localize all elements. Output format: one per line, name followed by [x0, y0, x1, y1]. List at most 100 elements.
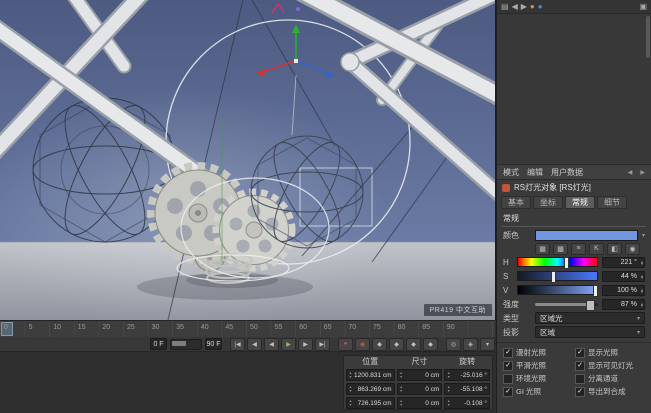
field-spinner[interactable]: ▴▾: [398, 371, 405, 379]
history-back-icon[interactable]: ◀: [628, 169, 633, 176]
coords-size-field-0[interactable]: ▴▾0 cm: [397, 369, 443, 381]
prev-frame-button[interactable]: ◀: [264, 338, 279, 351]
spectrum-icon[interactable]: ▩: [553, 243, 568, 255]
coords-size-field-2[interactable]: ▴▾0 cm: [397, 397, 443, 409]
scrollbar-thumb[interactable]: [646, 16, 650, 58]
attribute-menu-item[interactable]: 编辑: [527, 167, 543, 178]
autokeying-toggle[interactable]: ◉: [355, 338, 370, 351]
tab-常规[interactable]: 常规: [565, 196, 595, 209]
field-spinner[interactable]: ▴▾: [398, 399, 405, 407]
frame-end-field[interactable]: 90 F: [205, 338, 222, 350]
field-spinner[interactable]: ▴▾: [445, 399, 452, 407]
intensity-slider[interactable]: [535, 303, 598, 306]
coords-rot-field-2[interactable]: ▴▾-0.108 °: [444, 397, 490, 409]
field-spinner[interactable]: ▴▾: [445, 371, 452, 379]
chevron-down-icon[interactable]: ▾: [642, 232, 645, 239]
section-header: 常规: [502, 211, 646, 227]
light-option-checkboxes: ✓漫射光照✓显示光照✓平滑光照✓显示可见灯光环境光照分离通道✓GI 光照✓导出到…: [497, 342, 651, 397]
hue-slider-value-field[interactable]: 221 °: [602, 257, 645, 268]
coords-size-field-1[interactable]: ▴▾0 cm: [397, 383, 443, 395]
timeline-range-slider[interactable]: [170, 339, 202, 350]
sliders-icon[interactable]: ≡: [571, 243, 586, 255]
attribute-menu-item[interactable]: 用户数据: [551, 167, 583, 178]
coords-pos-field-2[interactable]: ▴▾726.195 cm: [346, 397, 395, 409]
prev-key-button[interactable]: ◀: [247, 338, 262, 351]
coords-header-size[interactable]: 尺寸: [397, 357, 443, 367]
separator: [332, 339, 336, 350]
gi-checkbox[interactable]: ✓GI 光照: [503, 386, 575, 397]
picker-icon[interactable]: ◉: [625, 243, 640, 255]
coords-header-pos[interactable]: 位置: [346, 357, 395, 367]
diffuse-checkbox[interactable]: ✓漫射光照: [503, 347, 575, 358]
shadow-row: 投影 区域 ▾: [497, 325, 651, 339]
timeline-ruler[interactable]: 051015202530354045505560657075808590: [0, 320, 495, 338]
goto-start-button[interactable]: |◀: [230, 338, 245, 351]
playback-options-button[interactable]: ▾: [480, 338, 495, 351]
frame-start-field[interactable]: 0 F: [150, 338, 167, 350]
field-spinner[interactable]: ▴▾: [347, 371, 354, 379]
mixer-icon[interactable]: ◧: [607, 243, 622, 255]
snap-toggle[interactable]: ◈: [463, 338, 478, 351]
history-forward-icon[interactable]: ▶: [640, 169, 645, 176]
saturation-slider-value-field[interactable]: 44 %: [602, 271, 645, 282]
field-spinner[interactable]: ▴▾: [445, 385, 452, 393]
goto-end-button[interactable]: ▶|: [315, 338, 330, 351]
checkbox-label: 漫射光照: [516, 347, 546, 358]
intensity-value-field[interactable]: 87 %: [602, 299, 645, 310]
coords-value: 726.195 cm: [354, 400, 394, 407]
coords-rot-field-1[interactable]: ▴▾-55.108 °: [444, 383, 490, 395]
record-scale-toggle[interactable]: ◆: [389, 338, 404, 351]
separate-pass-checkbox[interactable]: 分离通道: [575, 373, 645, 384]
object-manager-area[interactable]: [497, 14, 651, 165]
history-forward-icon[interactable]: ▶: [521, 1, 527, 13]
checkbox-label: 显示光照: [588, 347, 618, 358]
saturation-slider[interactable]: [517, 271, 598, 281]
coords-pos-field-0[interactable]: ▴▾1200.831 cm: [346, 369, 395, 381]
play-button[interactable]: ▶: [281, 338, 296, 351]
color-label: 颜色: [503, 230, 531, 241]
record-parameter-toggle[interactable]: ◆: [423, 338, 438, 351]
saturation-slider-row: S44 %: [497, 269, 651, 283]
export-to-compositing-checkbox[interactable]: ✓导出到合成: [575, 386, 645, 397]
value-slider[interactable]: [517, 285, 598, 295]
range-handle[interactable]: [172, 341, 186, 346]
tab-基本[interactable]: 基本: [501, 196, 531, 209]
light-type-dropdown[interactable]: 区域光 ▾: [535, 312, 645, 324]
tab-细节[interactable]: 细节: [597, 196, 627, 209]
ambient-checkbox[interactable]: 环境光照: [503, 373, 575, 384]
layout-icon[interactable]: ▤: [501, 1, 509, 13]
coords-pos-field-1[interactable]: ▴▾863.269 cm: [346, 383, 395, 395]
intensity-knob[interactable]: [586, 300, 595, 311]
swatch-grid-icon[interactable]: ▦: [535, 243, 550, 255]
history-back-icon[interactable]: ◀: [512, 1, 518, 13]
next-frame-button[interactable]: ▶: [298, 338, 313, 351]
show-illumination-checkbox[interactable]: ✓显示光照: [575, 347, 645, 358]
checkbox-box: ✓: [503, 387, 513, 397]
viewport-watermark: PR419 中文互助: [424, 304, 492, 316]
viewport-3d[interactable]: PR419 中文互助: [0, 0, 496, 320]
show-visible-light-checkbox[interactable]: ✓显示可见灯光: [575, 360, 645, 371]
solo-toggle[interactable]: ◎: [446, 338, 461, 351]
field-spinner[interactable]: ▴▾: [347, 385, 354, 393]
attribute-menu-item[interactable]: 模式: [503, 167, 519, 178]
color-swatch[interactable]: [535, 230, 638, 241]
kelvin-icon[interactable]: K: [589, 243, 604, 255]
field-spinner[interactable]: ▴▾: [347, 399, 354, 407]
coords-header-rot[interactable]: 旋转: [444, 357, 490, 367]
value-slider-value-field[interactable]: 100 %: [602, 285, 645, 296]
record-keyframe-button[interactable]: ●: [338, 338, 353, 351]
tab-坐标[interactable]: 坐标: [533, 196, 563, 209]
material-blue-dot-icon[interactable]: ●: [538, 1, 543, 13]
record-position-toggle[interactable]: ◆: [372, 338, 387, 351]
hue-slider[interactable]: [517, 257, 598, 267]
shadow-type-dropdown[interactable]: 区域 ▾: [535, 326, 645, 338]
field-spinner[interactable]: ▴▾: [398, 385, 405, 393]
separator: [440, 339, 444, 350]
coords-rot-field-0[interactable]: ▴▾-25.016 °: [444, 369, 490, 381]
coordinates-grid: 位置▴▾1200.831 cm▴▾863.269 cm▴▾726.195 cm尺…: [346, 357, 490, 409]
lock-icon[interactable]: ▣: [639, 1, 647, 13]
record-rotation-toggle[interactable]: ◆: [406, 338, 421, 351]
specular-checkbox[interactable]: ✓平滑光照: [503, 360, 575, 371]
material-orange-dot-icon[interactable]: ●: [530, 1, 535, 13]
checkbox-box: ✓: [503, 361, 513, 371]
